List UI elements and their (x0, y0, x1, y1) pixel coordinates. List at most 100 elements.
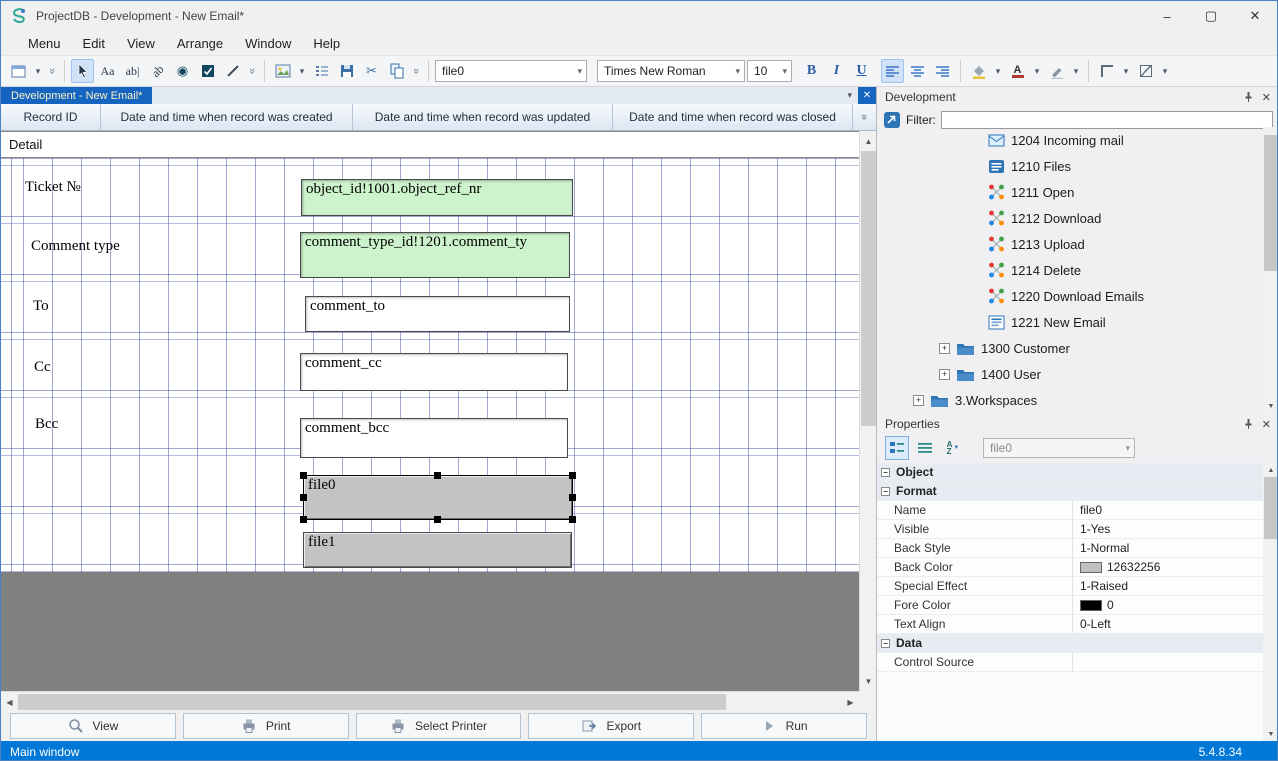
selection-handle[interactable] (300, 516, 307, 523)
tab-list-dropdown[interactable]: ▾ (841, 90, 858, 101)
field-file1[interactable]: file1 (303, 532, 572, 568)
property-row-back-style[interactable]: Back Style 1-Normal (877, 539, 1263, 558)
underline-button[interactable]: U (850, 59, 873, 83)
close-panel-icon[interactable]: ✕ (1262, 418, 1271, 431)
label-comment-type[interactable]: Comment type (31, 238, 120, 255)
alphabetical-view-button[interactable] (913, 436, 937, 460)
horizontal-scroll-thumb[interactable] (18, 694, 726, 710)
border-style-dropdown[interactable]: ▾ (1120, 59, 1132, 83)
pin-icon[interactable] (1243, 418, 1254, 430)
property-row-fore-color[interactable]: Fore Color 0 (877, 596, 1263, 615)
column-header-created[interactable]: Date and time when record was created (101, 104, 353, 130)
properties-object-combo[interactable]: file0 ▾ (983, 438, 1135, 458)
menu-item-view[interactable]: View (116, 34, 166, 53)
columns-overflow-button[interactable]: » (853, 104, 876, 130)
field-comment-bcc[interactable]: comment_bcc (300, 418, 568, 458)
object-selector-combo[interactable]: file0 ▾ (435, 60, 587, 82)
tree-scrollbar[interactable]: ▼ (1263, 127, 1278, 413)
pointer-tool-button[interactable] (71, 59, 94, 83)
image-tool-dropdown[interactable]: ▾ (296, 59, 308, 83)
sort-az-button[interactable]: AZ ▼ (941, 436, 965, 460)
field-file0[interactable]: file0 (303, 475, 573, 520)
line-tool-button[interactable] (221, 59, 244, 83)
font-color-button[interactable]: A (1006, 59, 1029, 83)
menu-item-edit[interactable]: Edit (72, 34, 116, 53)
report-view-dropdown[interactable]: ▾ (32, 59, 44, 83)
field-object-ref[interactable]: object_id!1001.object_ref_nr (301, 179, 573, 216)
label-cc[interactable]: Cc (34, 359, 51, 376)
tree-item-1213[interactable]: 1213 Upload (877, 231, 1263, 257)
italic-button[interactable]: I (825, 59, 848, 83)
clipboard-overflow-icon[interactable]: » (410, 65, 422, 77)
field-comment-type[interactable]: comment_type_id!1201.comment_ty (300, 232, 570, 278)
view-button[interactable]: View (10, 713, 176, 739)
close-button[interactable]: ✕ (1233, 1, 1277, 31)
copy-button[interactable] (385, 59, 408, 83)
property-value[interactable]: 0 (1073, 598, 1263, 612)
tree-item-1300[interactable]: + 1300 Customer (877, 335, 1263, 361)
categorized-view-button[interactable] (885, 436, 909, 460)
scroll-left-icon[interactable]: ◀ (1, 694, 18, 710)
field-comment-cc[interactable]: comment_cc (300, 353, 568, 391)
bold-button[interactable]: B (800, 59, 823, 83)
tools-overflow-icon[interactable]: » (246, 65, 258, 77)
detail-section-bar[interactable]: Detail (1, 131, 859, 158)
font-color-dropdown[interactable]: ▾ (1031, 59, 1043, 83)
selection-handle[interactable] (434, 516, 441, 523)
select-printer-button[interactable]: Select Printer (356, 713, 522, 739)
column-header-updated[interactable]: Date and time when record was updated (353, 104, 613, 130)
selection-handle[interactable] (300, 494, 307, 501)
property-value[interactable]: 1-Raised (1073, 579, 1263, 593)
font-size-combo[interactable]: 10 ▾ (747, 60, 792, 82)
font-name-combo[interactable]: Times New Roman ▾ (597, 60, 745, 82)
maximize-button[interactable]: ▢ (1189, 1, 1233, 31)
column-header-closed[interactable]: Date and time when record was closed (613, 104, 853, 130)
label-ticket-no[interactable]: Ticket № (25, 179, 81, 196)
selection-handle[interactable] (300, 472, 307, 479)
fill-color-button[interactable] (967, 59, 990, 83)
collapse-icon[interactable]: − (881, 639, 890, 648)
tree-item-1204[interactable]: 1204 Incoming mail (877, 127, 1263, 153)
label-to[interactable]: To (33, 298, 49, 315)
collapse-icon[interactable]: − (881, 487, 890, 496)
expand-icon[interactable]: + (939, 343, 950, 354)
property-row-name[interactable]: Name file0 (877, 501, 1263, 520)
checkbox-tool-button[interactable] (196, 59, 219, 83)
line-style-button[interactable] (1134, 59, 1157, 83)
selection-handle[interactable] (569, 472, 576, 479)
tree-item-1211[interactable]: 1211 Open (877, 179, 1263, 205)
selection-handle[interactable] (569, 494, 576, 501)
selection-handle[interactable] (434, 472, 441, 479)
props-scroll-up-icon[interactable]: ▲ (1263, 463, 1278, 477)
label-tool-button[interactable]: Aa (96, 59, 119, 83)
tree-item-1214[interactable]: 1214 Delete (877, 257, 1263, 283)
fill-color-dropdown[interactable]: ▾ (992, 59, 1004, 83)
expand-icon[interactable]: + (939, 369, 950, 380)
property-value[interactable]: 1-Yes (1073, 522, 1263, 536)
collapse-icon[interactable]: − (881, 468, 890, 477)
align-left-button[interactable] (881, 59, 904, 83)
vertical-scroll-thumb[interactable] (861, 151, 876, 426)
list-format-button[interactable] (310, 59, 333, 83)
property-category-object[interactable]: − Object (877, 463, 1263, 482)
property-value[interactable]: 12632256 (1073, 560, 1263, 574)
print-button[interactable]: Print (183, 713, 349, 739)
highlight-button[interactable] (1045, 59, 1068, 83)
cut-button[interactable]: ✂ (360, 59, 383, 83)
rotated-label-tool-button[interactable]: ab (141, 54, 174, 87)
toolbar-overflow-icon[interactable]: » (46, 65, 58, 77)
field-comment-to[interactable]: comment_to (305, 296, 570, 332)
tree-item-1221[interactable]: 1221 New Email (877, 309, 1263, 335)
tree-item-workspaces[interactable]: + 3.Workspaces (877, 387, 1263, 413)
border-style-button[interactable] (1095, 59, 1118, 83)
run-button[interactable]: Run (701, 713, 867, 739)
close-panel-icon[interactable]: ✕ (1262, 91, 1271, 104)
expand-icon[interactable]: + (913, 395, 924, 406)
align-right-button[interactable] (931, 59, 954, 83)
property-category-data[interactable]: − Data (877, 634, 1263, 653)
align-center-button[interactable] (906, 59, 929, 83)
property-row-back-color[interactable]: Back Color 12632256 (877, 558, 1263, 577)
menu-item-help[interactable]: Help (302, 34, 351, 53)
property-row-text-align[interactable]: Text Align 0-Left (877, 615, 1263, 634)
close-tab-button[interactable]: ✕ (858, 87, 876, 104)
